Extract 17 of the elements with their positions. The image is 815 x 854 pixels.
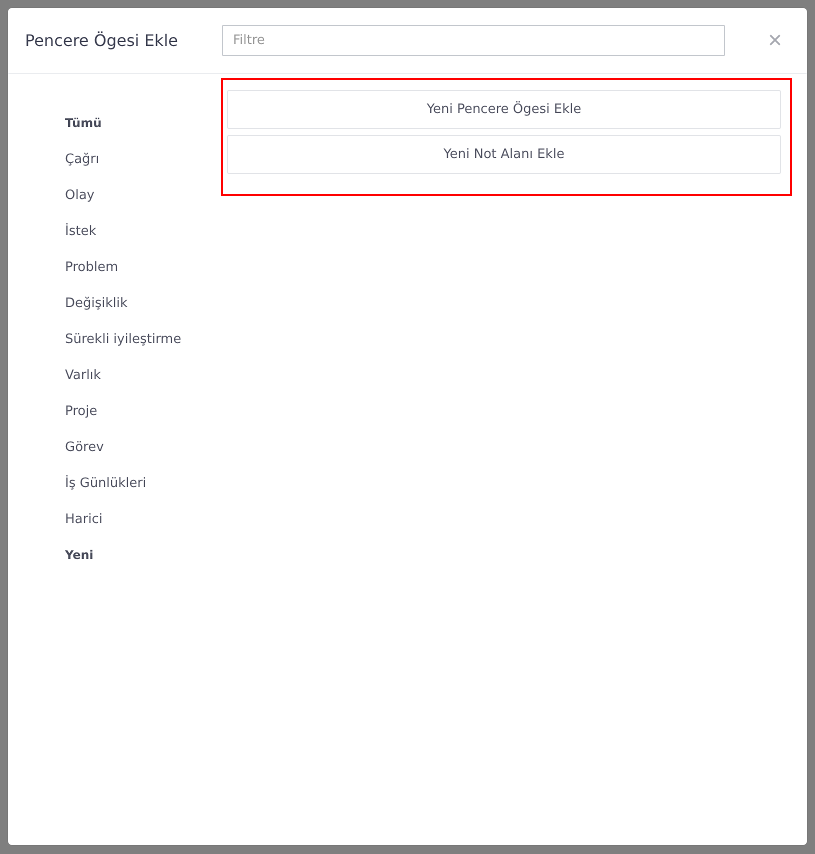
dialog-title: Pencere Ögesi Ekle [25, 31, 179, 50]
category-item[interactable]: Harici [65, 501, 221, 537]
category-item[interactable]: Görev [65, 429, 221, 465]
add-option-button[interactable]: Yeni Not Alanı Ekle [227, 135, 781, 174]
category-item[interactable]: İş Günlükleri [65, 465, 221, 501]
category-item[interactable]: Proje [65, 393, 221, 429]
filter-field[interactable]: Filtre [222, 25, 725, 56]
category-item[interactable]: Olay [65, 177, 221, 213]
category-item[interactable]: Çağrı [65, 141, 221, 177]
category-heading[interactable]: Yeni [65, 537, 221, 573]
category-item[interactable]: Sürekli iyileştirme [65, 321, 221, 357]
category-item[interactable]: Değişiklik [65, 285, 221, 321]
category-item[interactable]: Problem [65, 249, 221, 285]
category-heading[interactable]: Tümü [65, 105, 221, 141]
category-item[interactable]: Varlık [65, 357, 221, 393]
add-option-button[interactable]: Yeni Pencere Ögesi Ekle [227, 90, 781, 129]
category-item[interactable]: İstek [65, 213, 221, 249]
